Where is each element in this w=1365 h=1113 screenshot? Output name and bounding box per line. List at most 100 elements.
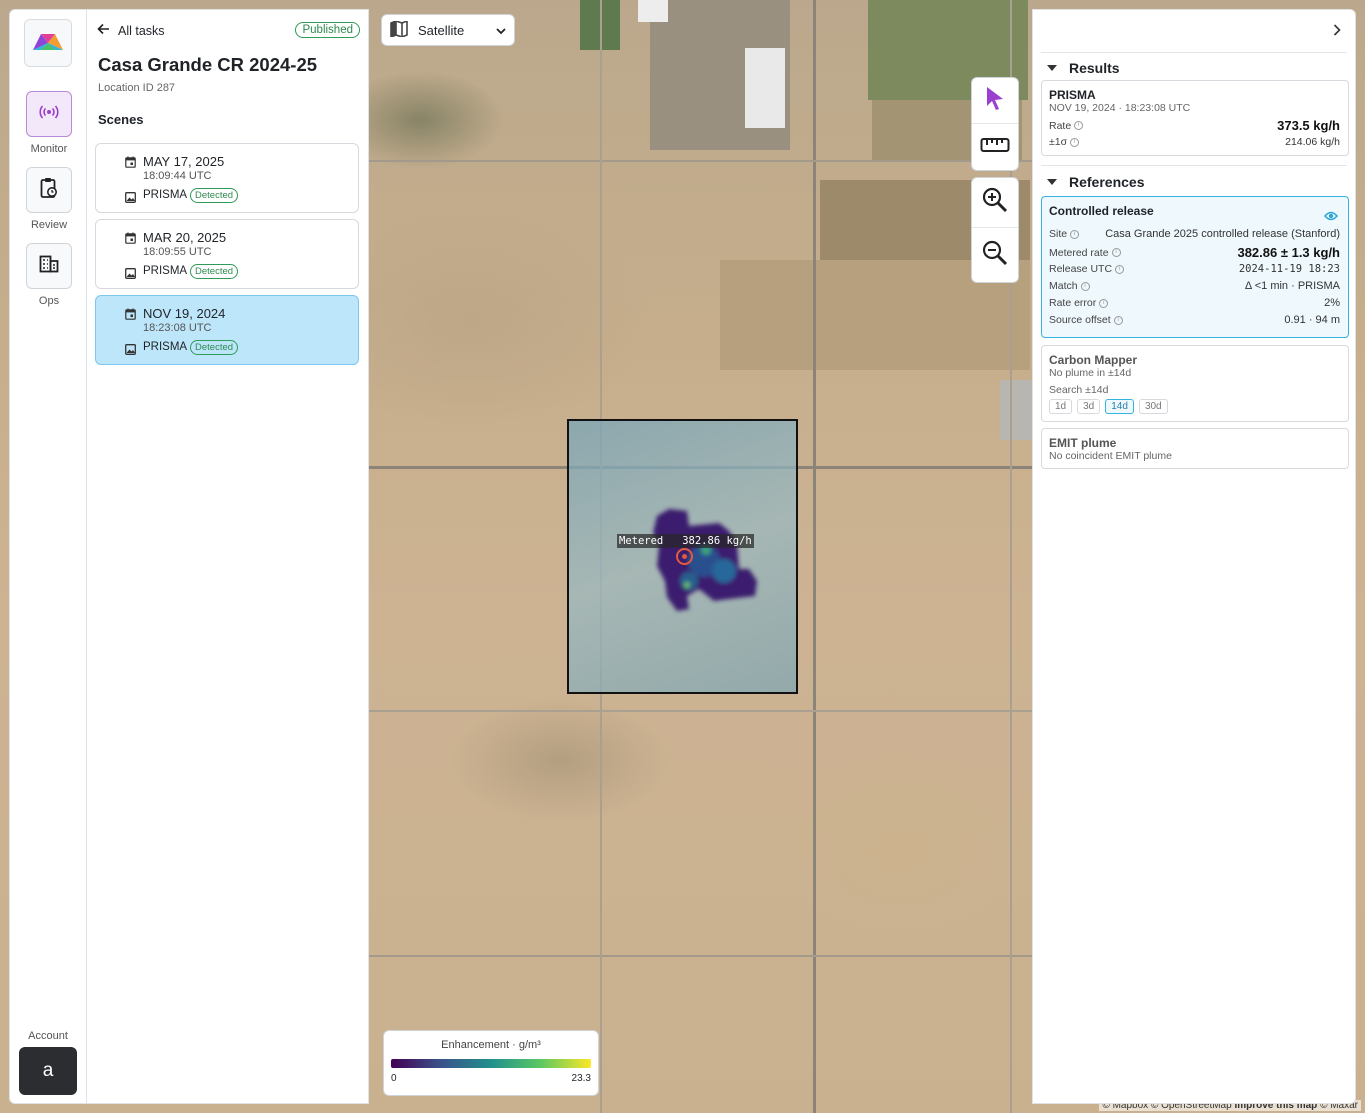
chip-1d[interactable]: 1d [1049, 399, 1073, 414]
source-marker[interactable] [676, 548, 693, 565]
nav-monitor-button[interactable] [26, 91, 72, 137]
caret-down-icon [1047, 65, 1057, 71]
detected-badge: Detected [190, 264, 239, 279]
tool-group-zoom [971, 177, 1019, 283]
sigma-label: ±1σ [1049, 136, 1068, 148]
result-sensor: PRISMA [1049, 88, 1096, 102]
logo-icon [32, 30, 64, 57]
calendar-icon [125, 307, 136, 325]
info-icon[interactable]: i [1070, 229, 1080, 239]
warehouse [745, 48, 785, 128]
emit-card: EMIT plume No coincident EMIT plume [1041, 428, 1349, 469]
scene-date: MAY 17, 2025 [143, 154, 225, 169]
collapse-panel-button[interactable] [1333, 23, 1341, 41]
carbon-mapper-title: Carbon Mapper [1049, 353, 1138, 367]
result-datetime: NOV 19, 2024 · 18:23:08 UTC [1049, 102, 1191, 114]
legend-min: 0 [391, 1073, 397, 1084]
basemap-selected: Satellite [418, 22, 465, 38]
results-section-toggle[interactable]: Results [1047, 60, 1120, 76]
chip-3d[interactable]: 3d [1077, 399, 1101, 414]
account-label: Account [28, 1030, 68, 1042]
nav-ops-button[interactable] [26, 243, 72, 289]
rate-error-value: 2% [1324, 297, 1340, 309]
chip-30d[interactable]: 30d [1138, 399, 1168, 414]
page-title: Casa Grande CR 2024-25 [98, 54, 318, 75]
nav-rail: Monitor Review Ops Account a [9, 9, 87, 1104]
broadcast-icon [39, 104, 59, 124]
field [1000, 380, 1032, 440]
nav-review[interactable]: Review [26, 167, 72, 231]
ruler-icon [980, 137, 1010, 158]
info-icon[interactable]: i [1070, 137, 1080, 147]
detected-badge: Detected [190, 188, 239, 203]
select-tool-button[interactable] [972, 78, 1018, 124]
info-icon[interactable]: i [1099, 298, 1109, 308]
road [369, 160, 1033, 162]
site-label: Site [1049, 228, 1068, 240]
details-panel: Results PRISMA NOV 19, 2024 · 18:23:08 U… [1032, 9, 1356, 1104]
warehouse [638, 0, 668, 22]
carbon-mapper-card: Carbon Mapper No plume in ±14d Search ±1… [1041, 345, 1349, 422]
scene-item[interactable]: MAY 17, 2025 18:09:44 UTC PRISMA Detecte… [95, 143, 359, 213]
info-icon[interactable]: i [1080, 281, 1090, 291]
match-label: Match [1049, 280, 1078, 292]
eye-icon[interactable] [1324, 208, 1338, 226]
legend-title: Enhancement · g/m³ [441, 1039, 541, 1051]
image-icon [125, 190, 136, 208]
basemap-select[interactable]: Satellite [381, 14, 515, 46]
chip-14d[interactable]: 14d [1105, 399, 1134, 414]
rate-label: Rate [1049, 119, 1072, 132]
caret-down-icon [1047, 179, 1057, 185]
info-icon[interactable]: i [1074, 121, 1084, 131]
detected-badge: Detected [190, 340, 239, 355]
road [369, 955, 1033, 957]
road [813, 0, 816, 1113]
logo[interactable] [24, 19, 72, 67]
measure-tool-button[interactable] [972, 124, 1018, 170]
release-utc-value: 2024-11-19 18:23 [1238, 263, 1340, 275]
tool-group-mode [971, 77, 1019, 171]
controlled-release-title: Controlled release [1049, 204, 1154, 218]
nav-review-button[interactable] [26, 167, 72, 213]
arrow-left-icon [97, 23, 110, 38]
emit-title: EMIT plume [1049, 436, 1117, 450]
image-icon [125, 342, 136, 360]
avatar[interactable]: a [19, 1047, 77, 1095]
calendar-icon [125, 231, 136, 249]
scene-date: NOV 19, 2024 [143, 306, 226, 321]
legend-max: 23.3 [571, 1073, 591, 1084]
metered-rate-label-text: Metered rate [1049, 246, 1109, 259]
nav-ops[interactable]: Ops [26, 243, 72, 307]
result-card: PRISMA NOV 19, 2024 · 18:23:08 UTC Rate i… [1041, 80, 1349, 156]
metered-rate-value: 382.86 ± 1.3 kg/h [1237, 245, 1340, 260]
divider [1041, 165, 1347, 166]
nav-monitor[interactable]: Monitor [26, 91, 72, 155]
site-value: Casa Grande 2025 controlled release (Sta… [1105, 228, 1340, 240]
back-to-tasks-link[interactable]: All tasks [97, 23, 165, 38]
nav-monitor-label: Monitor [30, 143, 68, 155]
chevron-right-icon [1333, 23, 1341, 40]
map-toolbar [971, 77, 1019, 289]
legend-gradient [391, 1059, 591, 1068]
results-heading: Results [1069, 60, 1120, 76]
source-offset-label: Source offset [1049, 314, 1111, 326]
match-value: Δ <1 min · PRISMA [1244, 280, 1340, 292]
info-icon[interactable]: i [1111, 248, 1121, 258]
scene-item-selected[interactable]: NOV 19, 2024 18:23:08 UTC PRISMA Detecte… [95, 295, 359, 365]
zoom-in-button[interactable] [972, 178, 1018, 228]
release-utc-label: Release UTC [1049, 263, 1113, 275]
scene-time: 18:09:44 UTC [143, 170, 212, 182]
controlled-release-card[interactable]: Controlled release Site i Casa Grande 202… [1041, 196, 1349, 338]
search-window-label: Search ±14d [1049, 384, 1109, 396]
source-offset-value: 0.91 · 94 m [1284, 314, 1340, 326]
image-icon [125, 266, 136, 284]
references-section-toggle[interactable]: References [1047, 174, 1145, 190]
search-window-chips: 1d 3d 14d 30d [1049, 399, 1173, 414]
references-heading: References [1069, 174, 1145, 190]
scene-time: 18:23:08 UTC [143, 322, 212, 334]
zoom-out-button[interactable] [972, 228, 1018, 282]
info-icon[interactable]: i [1113, 315, 1123, 325]
carbon-mapper-status: No plume in ±14d [1049, 367, 1132, 379]
info-icon[interactable]: i [1115, 264, 1125, 274]
scene-item[interactable]: MAR 20, 2025 18:09:55 UTC PRISMA Detecte… [95, 219, 359, 289]
